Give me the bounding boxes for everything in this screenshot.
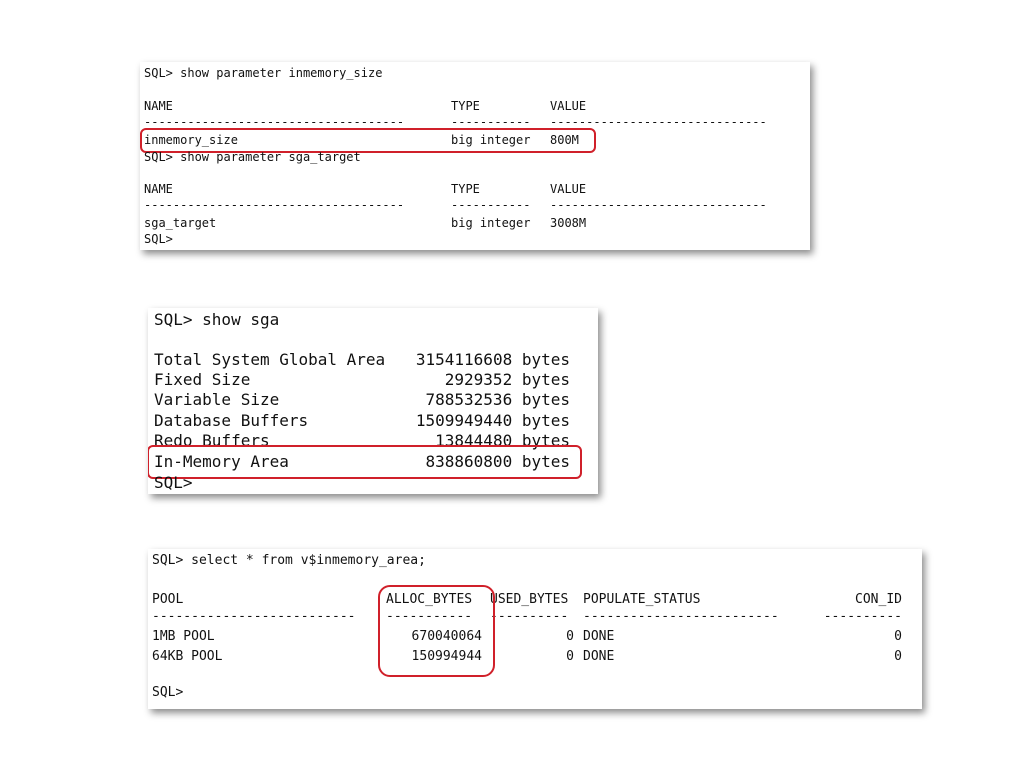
table-row-pool: 1MB POOL [152, 629, 215, 644]
column-header-type: TYPE [451, 99, 480, 113]
sga-label: Total System Global Area [154, 350, 386, 369]
terminal-panel-sga: SQL> show sga Total System Global Area 3… [148, 308, 598, 494]
table-row-used-bytes: 0 [566, 649, 574, 664]
table-row-status: DONE [583, 649, 615, 664]
column-header-used-bytes: USED_BYTES [490, 592, 569, 607]
table-row-used-bytes: 0 [566, 629, 574, 644]
table-row-pool: 64KB POOL [152, 649, 223, 664]
highlight-box [378, 585, 495, 677]
separator: ------------------------------------ [144, 198, 405, 212]
command-line: SQL> select * from v$inmemory_area; [152, 553, 426, 568]
sga-label: Variable Size [154, 390, 280, 409]
terminal-panel-parameters: SQL> show parameter inmemory_size NAME T… [140, 62, 810, 250]
sga-label: Fixed Size [154, 370, 251, 389]
separator: ------------------------------ [550, 115, 767, 129]
row-value: 3008M [550, 216, 587, 230]
sga-value: 1509949440 bytes [415, 411, 570, 430]
separator: ------------------------------ [550, 198, 767, 212]
sql-prompt: SQL> [154, 473, 193, 492]
separator: ---------- [490, 609, 569, 624]
column-header-pool: POOL [152, 592, 184, 607]
separator: ----------- [451, 115, 531, 129]
column-header-con-id: CON_ID [855, 592, 902, 607]
sga-value: 2929352 bytes [444, 370, 570, 389]
command-line: SQL> show sga [154, 310, 280, 329]
column-header-type: TYPE [451, 182, 480, 196]
sql-prompt: SQL> [144, 232, 173, 246]
separator: ------------------------- [583, 609, 779, 624]
sga-label: Database Buffers [154, 411, 309, 430]
row-type: big integer [451, 216, 531, 230]
sga-value: 3154116608 bytes [415, 350, 570, 369]
column-header-value: VALUE [550, 182, 587, 196]
column-header-populate-status: POPULATE_STATUS [583, 592, 701, 607]
table-row-status: DONE [583, 629, 615, 644]
highlight-box [148, 445, 582, 479]
separator: ----------- [451, 198, 531, 212]
command-line: SQL> show parameter inmemory_size [144, 66, 383, 80]
column-header-name: NAME [144, 182, 173, 196]
separator: -------------------------- [152, 609, 356, 624]
column-header-value: VALUE [550, 99, 587, 113]
table-row-con-id: 0 [894, 629, 902, 644]
column-header-name: NAME [144, 99, 173, 113]
separator: ------------------------------------ [144, 115, 405, 129]
command-line: SQL> show parameter sga_target [144, 150, 361, 164]
table-row-con-id: 0 [894, 649, 902, 664]
separator: ---------- [823, 609, 902, 624]
sga-value: 788532536 bytes [425, 390, 571, 409]
row-name: sga_target [144, 216, 217, 230]
sql-prompt: SQL> [152, 685, 184, 700]
terminal-panel-inmemory-area: SQL> select * from v$inmemory_area; POOL… [148, 549, 922, 709]
